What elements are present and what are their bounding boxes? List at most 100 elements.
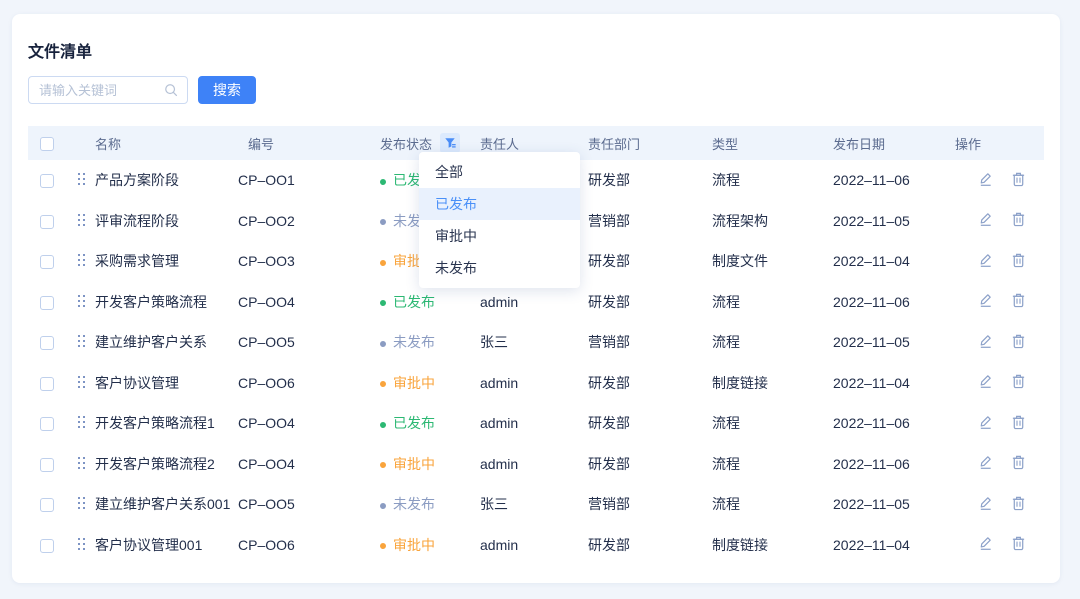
delete-button[interactable] [1011,373,1027,389]
delete-button[interactable] [1011,333,1027,349]
status-dot [380,543,386,549]
filter-option-all[interactable]: 全部 [419,156,580,188]
edit-button[interactable] [978,414,994,430]
filter-funnel-icon [444,137,456,149]
delete-button[interactable] [1011,211,1027,227]
doc-date: 2022–11–06 [825,403,938,444]
trash-icon [1011,171,1026,187]
trash-icon [1011,495,1026,511]
filter-option-published[interactable]: 已发布 [419,188,580,220]
table-row: 建立维护客户关系 CP–OO5 未发布 张三 营销部 流程 2022–11–05 [28,322,1044,363]
edit-pencil-icon [978,211,993,227]
doc-type: 流程 [704,322,825,363]
edit-pencil-icon [978,292,993,308]
drag-handle-icon [76,455,86,469]
row-checkbox[interactable] [40,296,54,310]
select-all-checkbox[interactable] [40,137,54,151]
doc-date: 2022–11–04 [825,241,938,282]
doc-name: 建立维护客户关系001 [95,496,230,512]
row-checkbox[interactable] [40,255,54,269]
search-input[interactable] [28,76,188,104]
status-label: 已发布 [393,294,435,310]
delete-button[interactable] [1011,414,1027,430]
doc-department: 营销部 [580,322,704,363]
drag-handle-icon [76,171,86,185]
status-dot [380,462,386,468]
delete-button[interactable] [1011,495,1027,511]
delete-button[interactable] [1011,292,1027,308]
status-label: 审批中 [393,537,435,553]
edit-pencil-icon [978,333,993,349]
row-checkbox[interactable] [40,417,54,431]
doc-type: 制度链接 [704,363,825,404]
doc-name: 评审流程阶段 [95,213,179,229]
doc-code: CP–OO6 [230,525,372,566]
doc-name: 建立维护客户关系 [95,334,207,350]
doc-name: 客户协议管理 [95,375,179,391]
edit-button[interactable] [978,333,994,349]
doc-type: 流程架构 [704,201,825,242]
doc-date: 2022–11–04 [825,363,938,404]
doc-date: 2022–11–05 [825,201,938,242]
edit-pencil-icon [978,454,993,470]
row-checkbox[interactable] [40,377,54,391]
doc-type: 制度文件 [704,241,825,282]
filter-option-approving[interactable]: 审批中 [419,220,580,252]
doc-type: 流程 [704,403,825,444]
delete-button[interactable] [1011,252,1027,268]
doc-code: CP–OO6 [230,363,372,404]
doc-department: 研发部 [580,363,704,404]
row-checkbox[interactable] [40,458,54,472]
doc-code: CP–OO4 [230,282,372,323]
doc-owner: admin [467,525,580,566]
edit-button[interactable] [978,171,994,187]
row-checkbox[interactable] [40,336,54,350]
doc-date: 2022–11–06 [825,160,938,201]
trash-icon [1011,211,1026,227]
doc-code: CP–OO3 [230,241,372,282]
status-label: 审批中 [393,456,435,472]
delete-button[interactable] [1011,454,1027,470]
doc-name: 客户协议管理001 [95,537,202,553]
row-checkbox[interactable] [40,174,54,188]
edit-button[interactable] [978,292,994,308]
doc-date: 2022–11–06 [825,282,938,323]
doc-department: 研发部 [580,282,704,323]
status-dot [380,341,386,347]
doc-code: CP–OO5 [230,484,372,525]
drag-handle-icon [76,414,86,428]
doc-owner: 张三 [467,322,580,363]
table-row: 客户协议管理001 CP–OO6 审批中 admin 研发部 制度链接 2022… [28,525,1044,566]
doc-department: 研发部 [580,403,704,444]
doc-date: 2022–11–06 [825,444,938,485]
doc-department: 研发部 [580,525,704,566]
col-header-department: 责任部门 [580,126,704,160]
search-button[interactable]: 搜索 [198,76,256,104]
status-label: 审批中 [393,375,435,391]
edit-button[interactable] [978,495,994,511]
status-label: 未发布 [393,334,435,350]
drag-handle-icon [76,293,86,307]
row-checkbox[interactable] [40,498,54,512]
filter-option-unpublished[interactable]: 未发布 [419,252,580,284]
edit-button[interactable] [978,535,994,551]
delete-button[interactable] [1011,171,1027,187]
col-header-actions: 操作 [938,126,1044,160]
edit-button[interactable] [978,454,994,470]
row-checkbox[interactable] [40,215,54,229]
delete-button[interactable] [1011,535,1027,551]
edit-button[interactable] [978,252,994,268]
status-filter-button[interactable] [440,133,460,153]
doc-department: 研发部 [580,241,704,282]
doc-owner: admin [467,444,580,485]
doc-code: CP–OO2 [230,201,372,242]
row-checkbox[interactable] [40,539,54,553]
edit-button[interactable] [978,211,994,227]
trash-icon [1011,535,1026,551]
doc-owner: 张三 [467,484,580,525]
status-filter-dropdown: 全部 已发布 审批中 未发布 [419,152,580,288]
doc-name: 产品方案阶段 [95,172,179,188]
col-header-code: 编号 [230,126,372,160]
edit-button[interactable] [978,373,994,389]
doc-department: 研发部 [580,160,704,201]
